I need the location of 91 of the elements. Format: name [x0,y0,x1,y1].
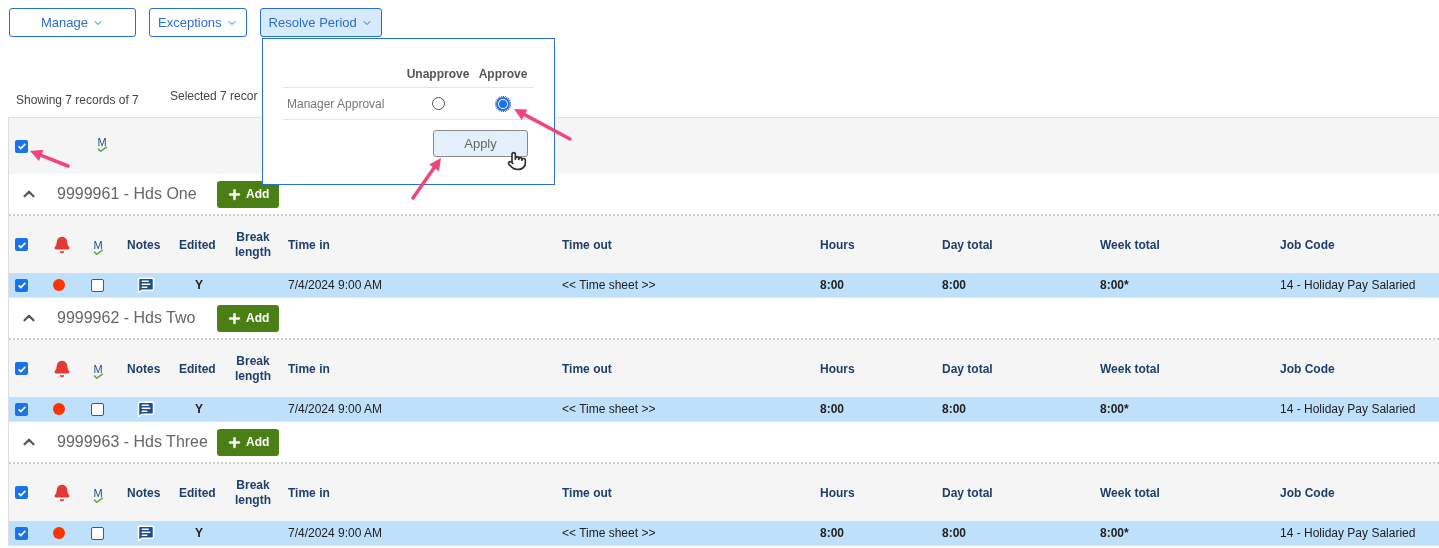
column-header: Day total [942,236,994,254]
table-cell-text: 8:00 [942,525,968,542]
column-header: Hours [820,484,856,502]
plus-icon [227,310,242,326]
table-cell-text: 8:00* [1100,401,1130,418]
table-row[interactable]: Y 7/4/2024 9:00 AM << Time sheet >> 8:00 8:00 8:00* 14 - Holiday Pay Salaried [9,273,1439,298]
table-cell-text: 14 - Holiday Pay Salaried [1280,525,1417,542]
bell-icon [53,483,71,502]
checkbox[interactable] [91,526,104,540]
checkbox[interactable] [15,486,28,499]
plus-icon [227,186,242,202]
column-header: Unapprove [405,66,471,83]
hand-pointer-icon [507,151,527,171]
bell-icon [53,235,71,254]
notes-icon[interactable] [137,276,155,294]
column-header: Week total [1100,360,1161,378]
table-cell-text: 8:00 [820,401,846,418]
annotation-arrow [514,109,572,141]
column-header: Approve [477,66,529,83]
select-all-checkbox[interactable] [15,139,28,153]
add-button[interactable]: Add [217,428,280,456]
checkbox[interactable] [15,526,28,540]
column-header: Week total [1100,236,1161,254]
column-header: Hours [820,360,856,378]
column-header: Job Code [1280,236,1336,254]
table-cell-text: Y [194,525,204,542]
column-header: Break length [235,353,271,384]
notes-icon[interactable] [137,524,155,542]
table-cell-text: << Time sheet >> [562,277,657,294]
table-cell-text: 14 - Holiday Pay Salaried [1280,277,1417,294]
radio-button[interactable] [431,97,445,110]
column-header: Job Code [1280,360,1336,378]
employee-name: 9999961 - Hds One [57,184,198,204]
row-label: Manager Approval [286,95,386,113]
column-header: Day total [942,360,994,378]
table-cell-text: 14 - Holiday Pay Salaried [1280,401,1417,418]
radio-button[interactable] [496,96,510,111]
table-cell-text: 7/4/2024 9:00 AM [288,401,384,418]
table-cell-text: 8:00* [1100,277,1130,294]
column-header: Notes [127,484,162,502]
column-header: Notes [127,360,162,378]
notes-icon[interactable] [137,400,155,418]
column-header: Notes [127,236,162,254]
table-row[interactable]: Y 7/4/2024 9:00 AM << Time sheet >> 8:00 8:00 8:00* 14 - Holiday Pay Salaried [9,521,1439,546]
table-cell-text: Y [194,277,204,294]
checkbox[interactable] [15,278,28,292]
record-count: Showing 7 records of 7 [16,92,140,109]
table-cell-text: 8:00 [942,401,968,418]
table-cell-text: 8:00* [1100,525,1130,542]
column-header: Job Code [1280,484,1336,502]
bell-icon [53,359,71,378]
table-cell-text: 7/4/2024 9:00 AM [288,277,384,294]
column-header: Edited [179,236,217,254]
column-header: Time in [288,360,331,378]
checkbox[interactable] [15,238,28,251]
table-cell-text: 8:00 [942,277,968,294]
apply-button[interactable]: Apply [433,130,528,157]
menu-button[interactable]: Exceptions [149,8,247,37]
selected-count: Selected 7 recor [170,88,258,105]
column-header: Time out [562,360,613,378]
column-header: Edited [179,484,217,502]
employee-name: 9999962 - Hds Two [57,308,197,328]
table-row[interactable]: Y 7/4/2024 9:00 AM << Time sheet >> 8:00 8:00 8:00* 14 - Holiday Pay Salaried [9,397,1439,422]
annotation-arrow [30,149,70,168]
checkbox[interactable] [15,402,28,416]
column-header: Time in [288,484,331,502]
menu-button[interactable]: Manage [9,8,136,37]
column-header: Week total [1100,484,1161,502]
column-header: Time out [562,236,613,254]
table-cell-text: 7/4/2024 9:00 AM [288,525,384,542]
table-cell-text: << Time sheet >> [562,401,657,418]
table-cell-text: << Time sheet >> [562,525,657,542]
menu-button[interactable]: Resolve Period [259,8,382,37]
column-header: Time out [562,484,613,502]
checkbox[interactable] [91,278,104,292]
annotation-arrow [411,158,441,200]
column-header: Time in [288,236,331,254]
column-header: Edited [179,360,217,378]
table-cell-text: 8:00 [820,525,846,542]
column-header: Hours [820,236,856,254]
column-header: Day total [942,484,994,502]
plus-icon [227,434,242,450]
add-button[interactable]: Add [217,304,280,332]
table-cell-text: 8:00 [820,277,846,294]
checkbox[interactable] [91,402,104,416]
column-header: Break length [235,477,271,508]
employee-name: 9999963 - Hds Three [57,432,209,452]
table-cell-text: Y [194,401,204,418]
checkbox[interactable] [15,362,28,375]
column-header: Break length [235,229,271,260]
add-button[interactable]: Add [217,180,280,208]
